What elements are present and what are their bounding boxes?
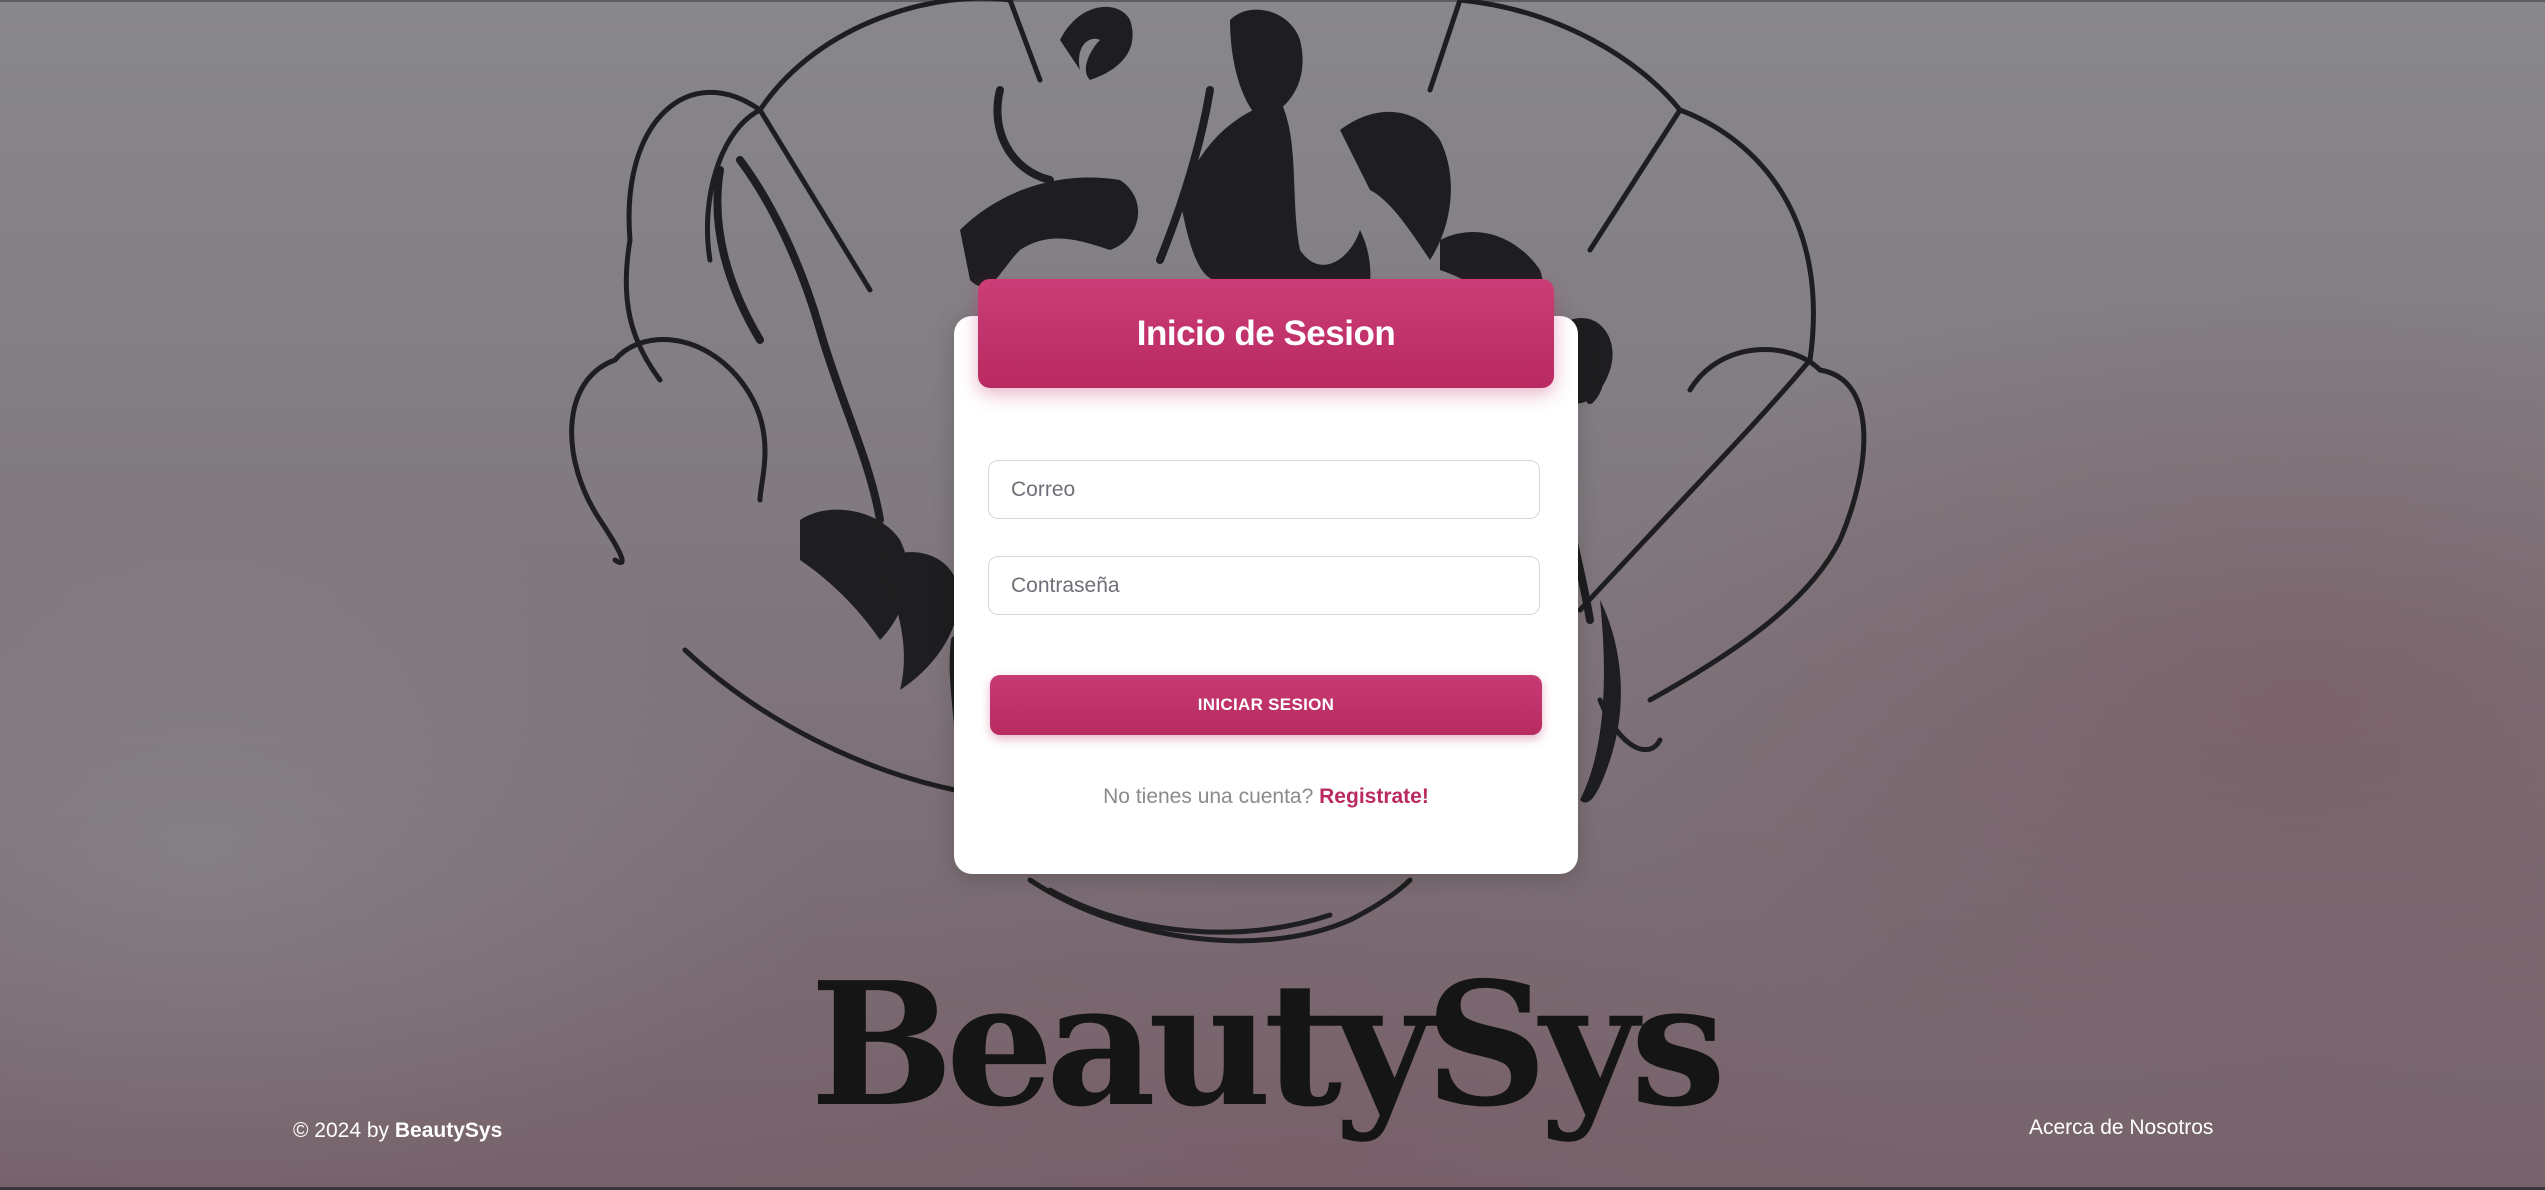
about-us-link[interactable]: Acerca de Nosotros: [2029, 1116, 2213, 1140]
copyright-brand: BeautySys: [394, 1119, 503, 1142]
password-input[interactable]: [988, 556, 1540, 615]
email-input[interactable]: [988, 460, 1540, 519]
login-card-header: Inicio de Sesion: [978, 279, 1554, 388]
brand-wordmark: BeautySys: [810, 945, 1726, 1145]
login-submit-button[interactable]: INICIAR SESION: [990, 675, 1542, 735]
register-link[interactable]: Registrate!: [1319, 785, 1429, 808]
login-title: Inicio de Sesion: [1136, 313, 1396, 353]
register-prompt-row: No tienes una cuenta? Registrate!: [954, 785, 1578, 809]
login-page: Inicio de Sesion INICIAR SESION No tiene…: [0, 0, 2545, 1190]
footer-copyright: © 2024 by BeautySys: [293, 1119, 502, 1143]
register-prompt-text: No tienes una cuenta?: [1103, 785, 1314, 808]
copyright-prefix: © 2024 by: [293, 1119, 390, 1142]
